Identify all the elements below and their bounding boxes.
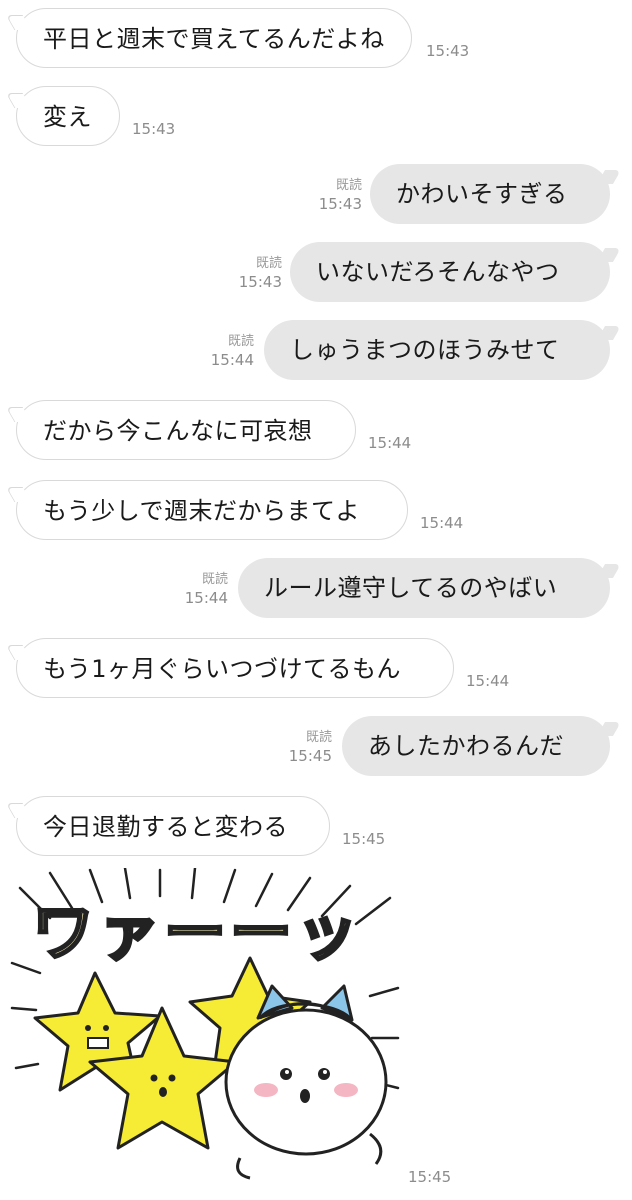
message-text: もう少しで週末だからまてよ bbox=[43, 497, 361, 525]
message-text: あしたかわるんだ bbox=[368, 732, 564, 760]
message-bubble-outgoing[interactable]: かわいそすぎる bbox=[370, 164, 610, 224]
message-time: 15:44 bbox=[368, 434, 412, 452]
message-time: 15:43 bbox=[132, 120, 176, 138]
message-text: かわいそすぎる bbox=[396, 180, 568, 208]
message-row: 既読 15:45 あしたかわるんだ bbox=[0, 716, 632, 778]
message-bubble-incoming[interactable]: もう少しで週末だからまてよ bbox=[16, 480, 408, 540]
message-bubble-outgoing[interactable]: ルール遵守してるのやばい bbox=[238, 558, 610, 618]
sticker-title: ワァーーッ bbox=[32, 896, 362, 969]
message-row: だから今こんなに可哀想 15:44 bbox=[0, 400, 632, 462]
read-receipt: 既読 bbox=[335, 178, 362, 193]
message-time: 15:44 bbox=[466, 672, 510, 690]
message-row: 既読 15:44 ルール遵守してるのやばい bbox=[0, 558, 632, 620]
message-bubble-incoming[interactable]: もう1ヶ月ぐらいつづけてるもん bbox=[16, 638, 454, 698]
message-row: 今日退勤すると変わる 15:45 bbox=[0, 796, 632, 858]
message-bubble-incoming[interactable]: だから今こんなに可哀想 bbox=[16, 400, 356, 460]
message-time: 15:43 bbox=[426, 42, 470, 60]
message-text: もう1ヶ月ぐらいつづけてるもん bbox=[43, 655, 402, 683]
message-row: 既読 15:43 いないだろそんなやつ bbox=[0, 242, 632, 304]
message-bubble-incoming[interactable]: 平日と週末で買えてるんだよね bbox=[16, 8, 412, 68]
message-row: 平日と週末で買えてるんだよね 15:43 bbox=[0, 8, 632, 70]
read-receipt: 既読 bbox=[201, 572, 228, 587]
message-bubble-incoming[interactable]: 今日退勤すると変わる bbox=[16, 796, 330, 856]
message-time: 15:43 bbox=[318, 195, 362, 213]
read-receipt: 既読 bbox=[227, 334, 254, 349]
message-text: だから今こんなに可哀想 bbox=[43, 417, 313, 445]
message-text: ルール遵守してるのやばい bbox=[264, 574, 558, 602]
sticker-time: 15:45 bbox=[408, 1168, 452, 1186]
message-time: 15:44 bbox=[184, 589, 228, 607]
message-text: 平日と週末で買えてるんだよね bbox=[43, 25, 385, 53]
message-text: いないだろそんなやつ bbox=[316, 258, 560, 286]
message-time: 15:44 bbox=[210, 351, 254, 369]
message-bubble-outgoing[interactable]: いないだろそんなやつ bbox=[290, 242, 610, 302]
message-bubble-incoming[interactable]: 変え bbox=[16, 86, 120, 146]
message-meta: 既読 15:43 bbox=[239, 256, 282, 292]
message-text: 今日退勤すると変わる bbox=[43, 813, 288, 841]
message-row: 変え 15:43 bbox=[0, 86, 632, 148]
message-bubble-outgoing[interactable]: あしたかわるんだ bbox=[342, 716, 610, 776]
message-meta: 既読 15:44 bbox=[185, 572, 228, 608]
message-text: しゅうまつのほうみせて bbox=[290, 336, 560, 364]
message-time: 15:45 bbox=[288, 747, 332, 765]
message-row: 既読 15:43 かわいそすぎる bbox=[0, 164, 632, 226]
message-row: もう少しで週末だからまてよ 15:44 bbox=[0, 480, 632, 542]
message-text: 変え bbox=[43, 103, 92, 131]
sticker-image[interactable]: ワァーーッ bbox=[10, 866, 400, 1190]
message-row: 既読 15:44 しゅうまつのほうみせて bbox=[0, 320, 632, 382]
chat-area: 平日と週末で買えてるんだよね 15:43 変え 15:43 既読 15:43 か… bbox=[0, 0, 632, 1200]
sticker-illustration: ワァーーッ bbox=[10, 866, 400, 1180]
read-receipt: 既読 bbox=[305, 730, 332, 745]
read-receipt: 既読 bbox=[255, 256, 282, 271]
message-meta: 既読 15:43 bbox=[319, 178, 362, 214]
message-time: 15:43 bbox=[238, 273, 282, 291]
message-time: 15:44 bbox=[420, 514, 464, 532]
message-meta: 既読 15:45 bbox=[289, 730, 332, 766]
message-bubble-outgoing[interactable]: しゅうまつのほうみせて bbox=[264, 320, 610, 380]
message-row: もう1ヶ月ぐらいつづけてるもん 15:44 bbox=[0, 638, 632, 700]
message-time: 15:45 bbox=[342, 830, 386, 848]
message-meta: 既読 15:44 bbox=[211, 334, 254, 370]
